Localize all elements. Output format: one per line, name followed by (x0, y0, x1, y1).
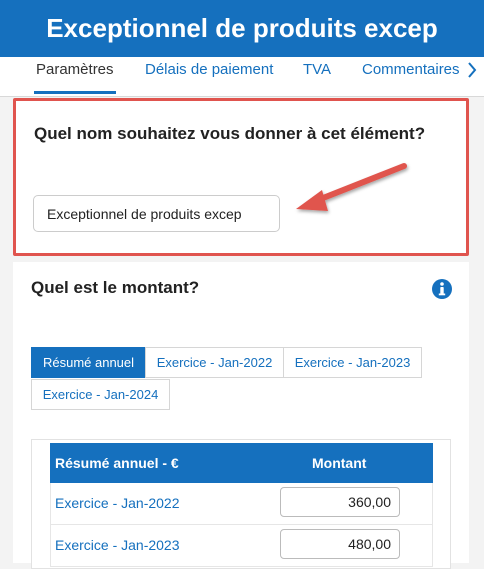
year-tab-resume-annuel[interactable]: Résumé annuel (31, 347, 146, 378)
year-tab-jan-2024[interactable]: Exercice - Jan-2024 (31, 379, 170, 410)
tab-tva[interactable]: TVA (303, 57, 331, 94)
table-header: Résumé annuel - € Montant (50, 443, 433, 483)
amount-table: Résumé annuel - € Montant Exercice - Jan… (31, 439, 451, 569)
column-header-montant: Montant (312, 455, 367, 471)
name-section: Quel nom souhaitez vous donner à cet élé… (13, 98, 469, 256)
column-header-period: Résumé annuel - € (55, 455, 179, 471)
amount-section: Quel est le montant? Résumé annuel Exerc… (13, 262, 469, 569)
name-question: Quel nom souhaitez vous donner à cet élé… (34, 124, 426, 143)
row-label-jan-2022[interactable]: Exercice - Jan-2022 (55, 483, 180, 523)
amount-question: Quel est le montant? (31, 278, 200, 297)
tab-bar: Paramètres Délais de paiement TVA Commen… (0, 57, 484, 97)
amount-input-jan-2023[interactable] (280, 529, 400, 559)
amount-input-jan-2022[interactable] (280, 487, 400, 517)
page-title: Exceptionnel de produits excep (0, 0, 484, 57)
table-row: Exercice - Jan-2023 (50, 525, 433, 567)
table-row: Exercice - Jan-2022 (50, 483, 433, 525)
chevron-right-icon[interactable] (462, 57, 482, 83)
tab-commentaires[interactable]: Commentaires (362, 57, 460, 94)
tab-parametres[interactable]: Paramètres (34, 57, 116, 94)
year-tab-jan-2022[interactable]: Exercice - Jan-2022 (145, 347, 284, 378)
info-icon[interactable] (431, 278, 453, 300)
tab-delais-de-paiement[interactable]: Délais de paiement (145, 57, 273, 94)
element-name-input[interactable] (33, 195, 280, 232)
year-tab-jan-2023[interactable]: Exercice - Jan-2023 (283, 347, 422, 378)
row-label-jan-2023[interactable]: Exercice - Jan-2023 (55, 525, 180, 565)
